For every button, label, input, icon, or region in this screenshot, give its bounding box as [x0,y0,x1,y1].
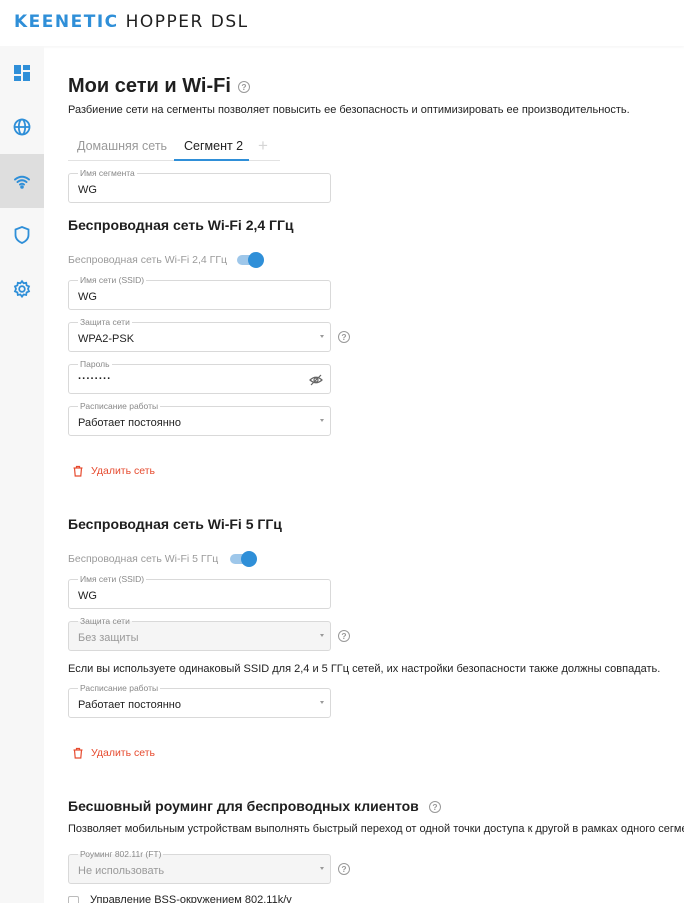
wifi24-toggle-label: Беспроводная сеть Wi-Fi 2,4 ГГц [68,254,228,266]
wifi24-schedule-value: Работает постоянно [78,417,181,429]
sidebar-item-dashboard[interactable] [0,46,44,100]
wifi5-section-title: Беспроводная сеть Wi-Fi 5 ГГц [68,516,282,532]
roaming-description: Позволяет мобильным устройствам выполнят… [68,823,684,835]
trash-icon [73,465,83,477]
roaming-section-title: Бесшовный роуминг для беспроводных клиен… [68,798,419,814]
wifi24-security-value: WPA2-PSK [78,333,135,345]
active-tab-indicator [174,159,249,161]
bss-checkbox-label: Управление BSS-окружением 802.11k/v [90,894,292,903]
ssid-security-note: Если вы используете одинаковый SSID для … [68,663,661,675]
segment-name-field[interactable]: Имя сегмента WG [68,168,331,203]
wifi24-section-title: Беспроводная сеть Wi-Fi 2,4 ГГц [68,217,294,233]
toggle-knob [241,551,257,567]
wifi-icon [14,175,30,189]
sidebar-item-internet[interactable] [0,100,44,154]
toggle-knob [248,252,264,268]
sidebar [0,46,44,903]
chevron-down-icon [320,335,324,338]
wifi5-ssid-value: WG [78,590,97,602]
gear-icon [13,279,31,299]
wifi5-delete-button[interactable]: Удалить сеть [72,747,155,759]
help-icon[interactable]: ? [338,630,350,642]
wifi5-toggle[interactable] [230,551,257,567]
roaming-ft-label: Роуминг 802.11r (FT) [78,849,164,859]
chevron-down-icon [320,867,324,870]
wifi24-toggle[interactable] [237,252,264,268]
roaming-ft-value: Не использовать [78,865,165,877]
wifi5-schedule-select[interactable]: Расписание работы Работает постоянно [68,683,331,718]
help-icon[interactable]: ? [338,331,350,343]
wifi24-security-select[interactable]: Защита сети WPA2-PSK [68,317,331,352]
add-segment-button[interactable]: + [258,136,268,156]
wifi24-security-label: Защита сети [78,317,132,327]
wifi24-password-label: Пароль [78,359,112,369]
wifi5-ssid-field[interactable]: Имя сети (SSID) WG [68,574,331,609]
wifi5-toggle-label: Беспроводная сеть Wi-Fi 5 ГГц [68,553,219,565]
bss-checkbox[interactable] [68,896,79,903]
trash-icon [73,747,83,759]
wifi5-delete-label: Удалить сеть [91,747,156,759]
chevron-down-icon [320,634,324,637]
eye-off-icon[interactable] [309,373,323,387]
wifi24-password-value: ········ [78,373,112,385]
page-description: Разбиение сети на сегменты позволяет пов… [68,104,630,116]
main-content: Мои сети и Wi-Fi ? Разбиение сети на сег… [68,0,684,903]
wifi5-security-select[interactable]: Защита сети Без защиты [68,616,331,651]
chevron-down-icon [320,419,324,422]
wifi5-ssid-label: Имя сети (SSID) [78,574,147,584]
wifi24-password-field[interactable]: Пароль ········ [68,359,331,394]
help-icon[interactable]: ? [238,81,250,93]
sidebar-item-settings[interactable] [0,262,44,316]
wifi5-security-label: Защита сети [78,616,132,626]
wifi24-ssid-value: WG [78,291,97,303]
sidebar-item-security[interactable] [0,208,44,262]
wifi24-delete-label: Удалить сеть [91,465,156,477]
wifi24-ssid-label: Имя сети (SSID) [78,275,147,285]
segment-name-label: Имя сегмента [78,168,137,178]
shield-icon [14,226,30,244]
tab-home-network[interactable]: Домашняя сеть [77,139,167,153]
wifi5-schedule-label: Расписание работы [78,683,161,693]
help-icon[interactable]: ? [429,801,441,813]
wifi5-security-value: Без защиты [78,632,139,644]
page-title: Мои сети и Wi-Fi [68,75,231,97]
wifi24-delete-button[interactable]: Удалить сеть [72,465,155,477]
tab-segment-2[interactable]: Сегмент 2 [184,139,243,153]
sidebar-item-wifi[interactable] [0,154,44,208]
dashboard-icon [14,65,30,81]
wifi24-schedule-select[interactable]: Расписание работы Работает постоянно [68,401,331,436]
wifi24-schedule-label: Расписание работы [78,401,161,411]
globe-icon [13,118,31,136]
segment-name-value: WG [78,184,97,196]
help-icon[interactable]: ? [338,863,350,875]
wifi5-schedule-value: Работает постоянно [78,699,181,711]
segment-tabs: Домашняя сеть Сегмент 2 + [68,135,280,161]
chevron-down-icon [320,701,324,704]
wifi24-ssid-field[interactable]: Имя сети (SSID) WG [68,275,331,310]
roaming-ft-select[interactable]: Роуминг 802.11r (FT) Не использовать [68,849,331,884]
